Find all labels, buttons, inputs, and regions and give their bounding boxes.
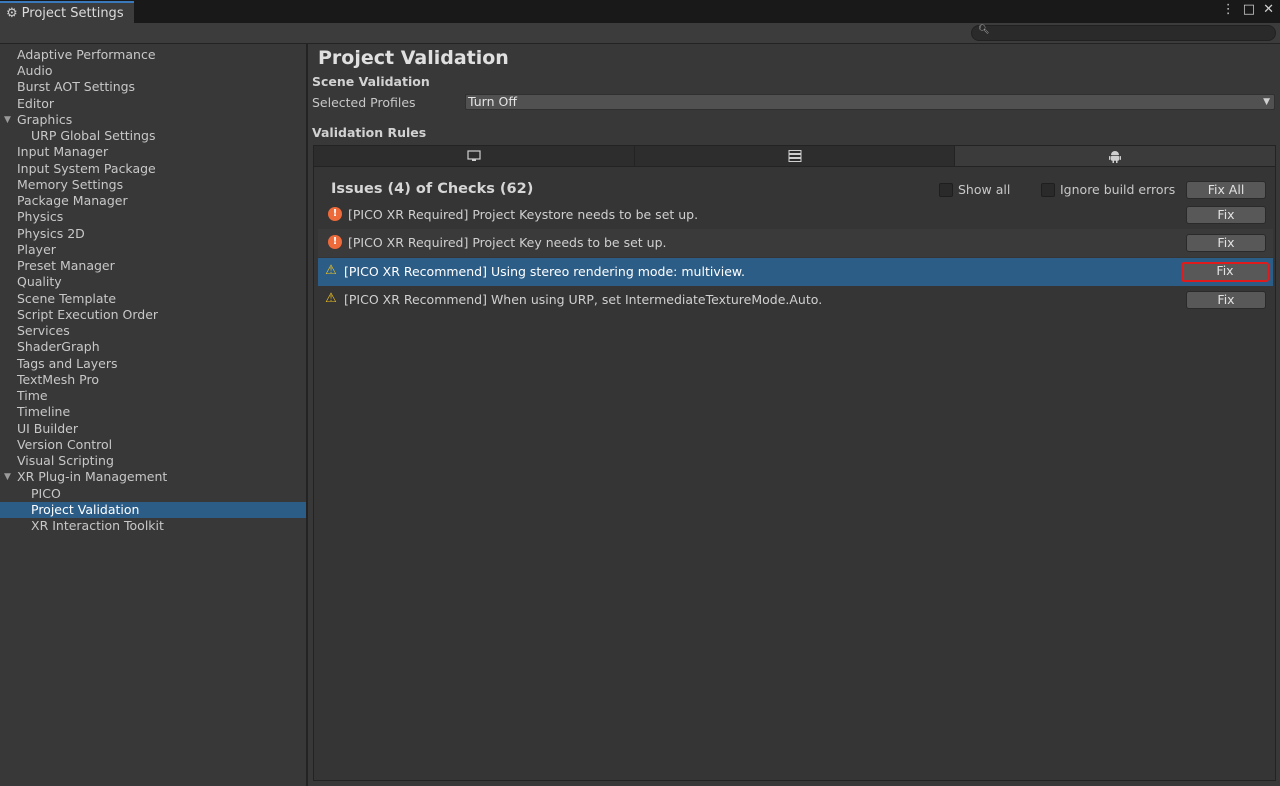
tab-standalone[interactable] (314, 146, 635, 166)
android-icon (1109, 151, 1122, 163)
sidebar-item-quality[interactable]: Quality (0, 274, 306, 290)
sidebar-item-time[interactable]: Time (0, 388, 306, 404)
tab-project-settings[interactable]: ⚙ Project Settings (0, 1, 134, 23)
selected-profiles-value: Turn Off (468, 94, 517, 109)
fix-all-button[interactable]: Fix All (1186, 181, 1266, 199)
warning-icon: ⚠ (325, 291, 337, 306)
selected-profiles-dropdown[interactable]: Turn Off ▼ (465, 94, 1275, 110)
tab-title: Project Settings (21, 5, 124, 21)
checkbox[interactable] (939, 182, 953, 197)
sidebar-item-visual-scripting[interactable]: Visual Scripting (0, 453, 306, 469)
rule-message: [PICO XR Recommend] Using stereo renderi… (344, 264, 745, 279)
maximize-icon[interactable]: □ (1243, 2, 1255, 17)
sidebar-item-pico[interactable]: PICO (0, 486, 306, 502)
ignore-build-errors-label: Ignore build errors (1060, 182, 1176, 197)
window-titlebar: ⚙ Project Settings ⋮ □ ✕ (0, 0, 1280, 23)
rule-row[interactable]: ! [PICO XR Required] Project Keystore ne… (318, 201, 1273, 229)
toolbar: 🔍︎ (0, 23, 1280, 44)
server-icon (788, 150, 801, 162)
search-input[interactable]: 🔍︎ (971, 25, 1276, 41)
sidebar-item-graphics[interactable]: ▼ Graphics (0, 112, 306, 128)
rule-message: [PICO XR Required] Project Keystore need… (348, 207, 699, 222)
warning-icon: ⚠ (325, 263, 337, 278)
issues-summary: Issues (4) of Checks (62) (331, 181, 534, 197)
fix-button[interactable]: Fix (1186, 234, 1266, 252)
sidebar-item-version-control[interactable]: Version Control (0, 437, 306, 453)
sidebar-item-editor[interactable]: Editor (0, 96, 306, 112)
scene-validation-heading: Scene Validation (312, 74, 430, 89)
gear-icon: ⚙ (6, 5, 18, 21)
sidebar-item-urp-global-settings[interactable]: URP Global Settings (0, 128, 306, 144)
page-title: Project Validation (318, 47, 509, 69)
close-icon[interactable]: ✕ (1263, 2, 1274, 17)
selected-profiles-label: Selected Profiles (312, 95, 416, 110)
sidebar-item-ui-builder[interactable]: UI Builder (0, 421, 306, 437)
fix-button[interactable]: Fix (1186, 291, 1266, 309)
sidebar-item-services[interactable]: Services (0, 323, 306, 339)
sidebar-item-memory-settings[interactable]: Memory Settings (0, 177, 306, 193)
settings-sidebar: Adaptive Performance Audio Burst AOT Set… (0, 44, 306, 786)
sidebar-item-shadergraph[interactable]: ShaderGraph (0, 339, 306, 355)
platform-tabs (313, 145, 1276, 167)
more-options-icon[interactable]: ⋮ (1222, 2, 1235, 17)
error-icon: ! (328, 207, 342, 221)
validation-rules-panel: Issues (4) of Checks (62) Show all Ignor… (313, 167, 1276, 781)
sidebar-item-timeline[interactable]: Timeline (0, 404, 306, 420)
sidebar-item-adaptive-performance[interactable]: Adaptive Performance (0, 47, 306, 63)
sidebar-item-scene-template[interactable]: Scene Template (0, 291, 306, 307)
chevron-down-icon: ▼ (1263, 97, 1270, 107)
show-all-label: Show all (958, 182, 1011, 197)
main-panel: Project Validation Scene Validation Sele… (308, 44, 1280, 786)
sidebar-item-project-validation[interactable]: Project Validation (0, 502, 306, 518)
tab-dedicated-server[interactable] (634, 146, 956, 166)
fix-button[interactable]: Fix (1181, 262, 1269, 282)
ignore-build-errors-toggle[interactable]: Ignore build errors (1041, 182, 1175, 197)
fix-button[interactable]: Fix (1186, 206, 1266, 224)
monitor-icon (467, 150, 481, 161)
rule-message: [PICO XR Required] Project Key needs to … (348, 235, 667, 250)
validation-rules-heading: Validation Rules (312, 125, 427, 140)
sidebar-item-preset-manager[interactable]: Preset Manager (0, 258, 306, 274)
show-all-toggle[interactable]: Show all (939, 182, 1010, 197)
sidebar-item-input-system-package[interactable]: Input System Package (0, 161, 306, 177)
foldout-expanded-icon[interactable]: ▼ (4, 469, 11, 485)
rule-row[interactable]: ⚠ [PICO XR Recommend] Using stereo rende… (318, 258, 1273, 286)
sidebar-item-script-execution-order[interactable]: Script Execution Order (0, 307, 306, 323)
sidebar-item-xr-interaction-toolkit[interactable]: XR Interaction Toolkit (0, 518, 306, 534)
sidebar-item-physics[interactable]: Physics (0, 209, 306, 225)
sidebar-item-audio[interactable]: Audio (0, 63, 306, 79)
tab-android[interactable] (955, 146, 1276, 166)
sidebar-item-player[interactable]: Player (0, 242, 306, 258)
sidebar-item-input-manager[interactable]: Input Manager (0, 144, 306, 160)
sidebar-item-physics-2d[interactable]: Physics 2D (0, 226, 306, 242)
sidebar-item-tags-and-layers[interactable]: Tags and Layers (0, 356, 306, 372)
foldout-expanded-icon[interactable]: ▼ (4, 112, 11, 128)
rule-message: [PICO XR Recommend] When using URP, set … (344, 292, 823, 307)
sidebar-item-textmesh-pro[interactable]: TextMesh Pro (0, 372, 306, 388)
checkbox[interactable] (1041, 182, 1055, 197)
sidebar-item-package-manager[interactable]: Package Manager (0, 193, 306, 209)
sidebar-item-burst-aot-settings[interactable]: Burst AOT Settings (0, 79, 306, 95)
search-icon: 🔍︎ (978, 25, 990, 35)
rule-row[interactable]: ⚠ [PICO XR Recommend] When using URP, se… (318, 286, 1273, 314)
sidebar-item-xr-plugin-management[interactable]: ▼ XR Plug-in Management (0, 469, 306, 485)
error-icon: ! (328, 235, 342, 249)
rule-row[interactable]: ! [PICO XR Required] Project Key needs t… (318, 229, 1273, 257)
